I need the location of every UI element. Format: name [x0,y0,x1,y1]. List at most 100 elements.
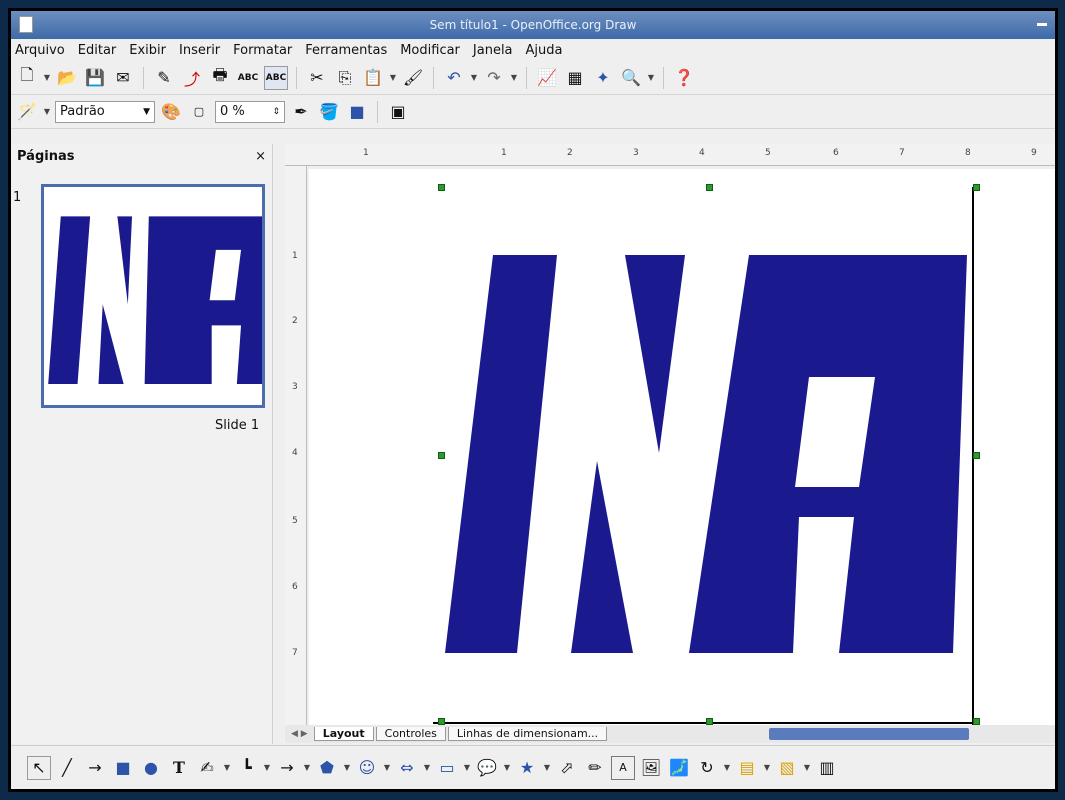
chart-icon[interactable]: 📈 [535,66,559,90]
resize-handle[interactable] [973,452,980,459]
minimize-button[interactable] [1037,23,1047,26]
menu-inserir[interactable]: Inserir [179,43,220,58]
horizontal-scrollbar[interactable] [769,728,969,740]
tab-nav-icon[interactable]: ◀ ▶ [291,729,308,739]
stars-dropdown-icon[interactable]: ▼ [543,763,551,772]
connector-dropdown-icon[interactable]: ▼ [263,763,271,772]
tab-controles[interactable]: Controles [375,727,446,741]
curve-icon[interactable]: ✍ [195,756,219,780]
flowchart-dropdown-icon[interactable]: ▼ [463,763,471,772]
format-paintbrush-icon[interactable]: 🖌 [401,66,425,90]
style-dropdown-icon[interactable]: ▼ [43,107,51,116]
curve-dropdown-icon[interactable]: ▼ [223,763,231,772]
align-dropdown-icon[interactable]: ▼ [763,763,771,772]
line-color-icon[interactable]: ✒ [289,100,313,124]
ellipse-icon[interactable]: ● [139,756,163,780]
zoom-dropdown-icon[interactable]: ▼ [647,73,655,82]
select-arrow-icon[interactable]: ↖ [27,755,51,780]
paste-icon[interactable]: 📋 [361,66,385,90]
edit-file-icon[interactable]: ✎ [152,66,176,90]
undo-icon[interactable]: ↶ [442,66,466,90]
stars-icon[interactable]: ★ [515,756,539,780]
lines-dropdown-icon[interactable]: ▼ [303,763,311,772]
arrow-line-icon[interactable]: → [83,756,107,780]
arrange-dropdown-icon[interactable]: ▼ [803,763,811,772]
export-pdf-icon[interactable]: ⤴ [180,66,204,90]
slide-thumbnail[interactable] [41,184,265,408]
resize-handle[interactable] [973,184,980,191]
rotate-dropdown-icon[interactable]: ▼ [723,763,731,772]
points-icon[interactable]: ⬀ [555,756,579,780]
cut-icon[interactable]: ✂ [305,66,329,90]
open-folder-icon[interactable]: 📂 [55,66,79,90]
color-palette-icon[interactable]: 🎨 [159,100,183,124]
style-wand-icon[interactable]: 🪄 [15,100,39,124]
style-combo[interactable]: Padrão ▼ [55,100,155,123]
spin-icon[interactable]: ⇕ [272,107,280,117]
basic-shapes-icon[interactable]: ⬟ [315,756,339,780]
resize-handle[interactable] [438,452,445,459]
spellcheck-icon[interactable]: ABC [236,66,260,90]
new-document-icon[interactable]: 🗋 [15,65,39,90]
symbol-shapes-icon[interactable]: ☺ [355,756,379,780]
image-filter-icon[interactable]: ▣ [386,100,410,124]
resize-handle[interactable] [706,718,713,725]
shadow-icon[interactable]: ■ [345,100,369,124]
save-icon[interactable]: 💾 [83,66,107,90]
menu-formatar[interactable]: Formatar [233,43,292,58]
close-icon[interactable]: × [255,149,266,164]
menu-janela[interactable]: Janela [473,43,513,58]
gallery-icon[interactable]: 🖼 [639,756,663,780]
menu-ferramentas[interactable]: Ferramentas [305,43,387,58]
zoom-icon[interactable]: 🔍 [619,66,643,90]
help-icon[interactable]: ❓ [672,66,696,90]
print-icon[interactable]: 🖶 [208,65,232,90]
image-icon[interactable]: 🗾 [667,756,691,780]
arrange-icon[interactable]: ▧ [775,756,799,780]
redo-dropdown-icon[interactable]: ▼ [510,73,518,82]
inpi-logo[interactable] [445,255,967,653]
paste-dropdown-icon[interactable]: ▼ [389,73,397,82]
email-icon[interactable]: ✉ [111,66,135,90]
resize-handle[interactable] [438,184,445,191]
table-icon[interactable]: ▦ [563,66,587,90]
text-icon[interactable]: T [167,756,191,780]
fill-bucket-icon[interactable]: 🪣 [317,100,341,124]
resize-handle[interactable] [438,718,445,725]
callouts-icon[interactable]: 💬 [475,756,499,780]
menu-exibir[interactable]: Exibir [129,43,166,58]
menu-editar[interactable]: Editar [78,43,117,58]
transparency-field[interactable]: 0 % ⇕ [215,100,285,123]
navigator-icon[interactable]: ✦ [591,66,615,90]
fontwork-icon[interactable]: ✏ [583,756,607,780]
tab-layout[interactable]: Layout [313,727,374,741]
tab-linhas[interactable]: Linhas de dimensionam... [447,727,608,741]
line-icon[interactable]: ╱ [55,756,79,780]
menu-modificar[interactable]: Modificar [400,43,460,58]
lines-arrows-icon[interactable]: → [275,756,299,780]
redo-icon[interactable]: ↷ [482,66,506,90]
align-icon[interactable]: ▤ [735,756,759,780]
connector-icon[interactable]: ┗ [235,756,259,780]
callouts-dropdown-icon[interactable]: ▼ [503,763,511,772]
resize-handle[interactable] [706,184,713,191]
symbol-shapes-dropdown-icon[interactable]: ▼ [383,763,391,772]
menu-ajuda[interactable]: Ajuda [526,43,563,58]
rectangle-icon[interactable]: ■ [111,756,135,780]
extrusion-icon[interactable]: ▥ [815,756,839,780]
app-icon[interactable] [19,16,33,33]
text-frame-icon[interactable]: A [611,755,635,780]
vertical-ruler[interactable]: 1 2 3 4 5 6 7 [285,166,307,726]
block-arrows-dropdown-icon[interactable]: ▼ [423,763,431,772]
horizontal-ruler[interactable]: 1 1 2 3 4 5 6 7 8 9 [285,144,1055,166]
undo-dropdown-icon[interactable]: ▼ [470,73,478,82]
flowchart-icon[interactable]: ▭ [435,756,459,780]
new-dropdown-icon[interactable]: ▼ [43,73,51,82]
basic-shapes-dropdown-icon[interactable]: ▼ [343,763,351,772]
drawing-canvas[interactable] [309,169,1055,725]
resize-handle[interactable] [973,718,980,725]
copy-icon[interactable]: ⎘ [333,66,357,90]
auto-spellcheck-icon[interactable]: ABC [264,65,288,90]
block-arrows-icon[interactable]: ⇔ [395,756,419,780]
menu-arquivo[interactable]: Arquivo [15,43,65,58]
